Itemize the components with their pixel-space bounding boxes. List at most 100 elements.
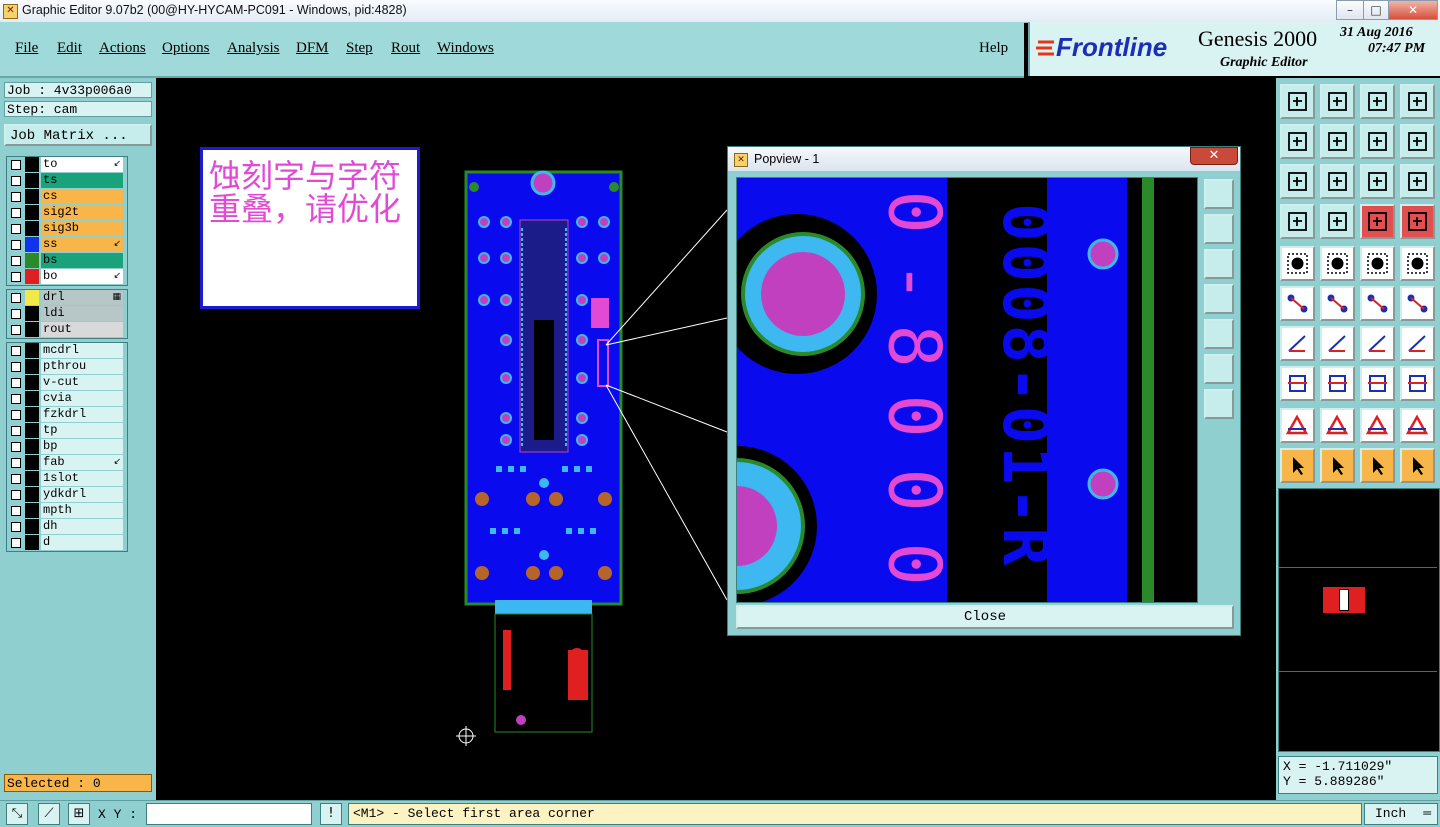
layer-color-swatch[interactable] — [25, 487, 39, 502]
layer-name[interactable]: to ↙ — [41, 157, 123, 172]
net-icon[interactable] — [1280, 286, 1315, 321]
menu-windows[interactable]: Windows — [437, 40, 494, 57]
layer-color-swatch[interactable] — [25, 306, 39, 321]
layer-row[interactable]: sig2t — [7, 205, 127, 221]
layer-row[interactable]: rout — [7, 322, 127, 338]
layer-color-swatch[interactable] — [25, 391, 39, 406]
menu-actions[interactable]: Actions — [99, 40, 146, 57]
layer-name[interactable]: ldi — [41, 306, 123, 321]
pcb-canvas[interactable] — [156, 78, 728, 800]
save-icon[interactable] — [1320, 84, 1355, 119]
layer-color-swatch[interactable] — [25, 359, 39, 374]
layer-name[interactable]: fab ↙ — [41, 455, 123, 470]
menu-file[interactable]: File — [15, 40, 38, 57]
layer-checkbox[interactable] — [11, 522, 21, 532]
popview-zoom-in-icon[interactable] — [1204, 179, 1234, 209]
pointer-box-icon[interactable] — [1320, 448, 1355, 483]
line-draw-icon[interactable] — [1360, 286, 1395, 321]
zoom-fit-icon[interactable] — [1280, 164, 1315, 199]
layer-name[interactable]: fzkdrl — [41, 407, 123, 422]
layer-color-swatch[interactable] — [25, 290, 39, 305]
undo-redo-icon[interactable] — [1360, 124, 1395, 159]
home-icon[interactable] — [1360, 84, 1395, 119]
layer-checkbox[interactable] — [11, 378, 21, 388]
popview-pan-right-icon[interactable] — [1204, 319, 1234, 349]
layer-name[interactable]: d — [41, 535, 123, 550]
layer-name[interactable]: ss ↙ — [41, 237, 123, 252]
layer-color-swatch[interactable] — [25, 455, 39, 470]
layer-row[interactable]: fzkdrl — [7, 407, 127, 423]
layer-name[interactable]: sig2t — [41, 205, 123, 220]
probe-icon[interactable] — [1320, 204, 1355, 239]
layer-checkbox[interactable] — [11, 176, 21, 186]
layer-edit-icon[interactable] — [1400, 204, 1435, 239]
layer-color-swatch[interactable] — [25, 423, 39, 438]
layer-checkbox[interactable] — [11, 240, 21, 250]
layer-color-swatch[interactable] — [25, 205, 39, 220]
popview-close-icon[interactable]: ✕ — [1190, 147, 1238, 165]
layer-row[interactable]: sig3b — [7, 221, 127, 237]
layer-row[interactable]: ss ↙ — [7, 237, 127, 253]
layer-checkbox[interactable] — [11, 256, 21, 266]
triangle-icon[interactable] — [1280, 408, 1315, 443]
layer-name[interactable]: pthrou — [41, 359, 123, 374]
menu-edit[interactable]: Edit — [57, 40, 82, 57]
layer-checkbox[interactable] — [11, 410, 21, 420]
layer-color-swatch[interactable] — [25, 439, 39, 454]
popview-pan-down-icon[interactable] — [1204, 249, 1234, 279]
layer-row[interactable]: ts — [7, 173, 127, 189]
ruler-icon[interactable] — [1360, 246, 1395, 281]
pointer-circle-icon[interactable] — [1360, 448, 1395, 483]
arc-icon[interactable] — [1400, 286, 1435, 321]
layer-name[interactable]: 1slot — [41, 471, 123, 486]
flip-icon[interactable] — [1400, 326, 1435, 361]
layer-name[interactable]: ydkdrl — [41, 487, 123, 502]
layer-checkbox[interactable] — [11, 346, 21, 356]
angle-icon[interactable] — [1280, 326, 1315, 361]
layer-name[interactable]: drl ▦ — [41, 290, 123, 305]
scale-1-2-icon[interactable] — [1360, 164, 1395, 199]
layer-color-swatch[interactable] — [25, 407, 39, 422]
minimap[interactable] — [1278, 488, 1440, 752]
layer-color-swatch[interactable] — [25, 253, 39, 268]
layer-color-swatch[interactable] — [25, 503, 39, 518]
layer-row[interactable]: cs — [7, 189, 127, 205]
layer-row[interactable]: to ↙ — [7, 157, 127, 173]
menu-analysis[interactable]: Analysis — [227, 40, 280, 57]
step-icon[interactable] — [1400, 124, 1435, 159]
layer-name[interactable]: tp — [41, 423, 123, 438]
alert-icon[interactable]: ! — [320, 803, 342, 825]
layer-color-swatch[interactable] — [25, 237, 39, 252]
window-icon[interactable] — [1400, 84, 1435, 119]
layer-checkbox[interactable] — [11, 362, 21, 372]
layer-row[interactable]: bp — [7, 439, 127, 455]
close-window-button[interactable]: ✕ — [1388, 0, 1438, 20]
cross-icon[interactable] — [1320, 286, 1355, 321]
popview-pan-up-icon[interactable] — [1204, 214, 1234, 244]
popview-fit-icon[interactable] — [1204, 354, 1234, 384]
grid-icon[interactable]: ⊞ — [68, 803, 90, 825]
measure-box-icon[interactable] — [1360, 366, 1395, 401]
arrow-line-icon[interactable] — [1400, 408, 1435, 443]
layer-checkbox[interactable] — [11, 394, 21, 404]
layer-row[interactable]: 1slot — [7, 471, 127, 487]
menu-options[interactable]: Options — [162, 40, 210, 57]
layer-checkbox[interactable] — [11, 160, 21, 170]
zoom-box-icon[interactable] — [1320, 164, 1355, 199]
layer-name[interactable]: cs — [41, 189, 123, 204]
layer-row[interactable]: v-cut — [7, 375, 127, 391]
resize-icon[interactable]: ⤡ — [6, 803, 28, 825]
component-icon[interactable] — [1400, 366, 1435, 401]
help-query-icon[interactable] — [1400, 164, 1435, 199]
layer-checkbox[interactable] — [11, 426, 21, 436]
layer-name[interactable]: bo ↙ — [41, 269, 123, 284]
layer-name[interactable]: bs — [41, 253, 123, 268]
layer-row[interactable]: pthrou — [7, 359, 127, 375]
rotate-icon[interactable] — [1360, 326, 1395, 361]
layer-row[interactable]: tp — [7, 423, 127, 439]
popview-close-button[interactable]: Close — [736, 605, 1234, 629]
pad-icon[interactable] — [1400, 246, 1435, 281]
layer-checkbox[interactable] — [11, 325, 21, 335]
layer-row[interactable]: drl ▦ — [7, 290, 127, 306]
arrow-up-icon[interactable] — [1360, 408, 1395, 443]
